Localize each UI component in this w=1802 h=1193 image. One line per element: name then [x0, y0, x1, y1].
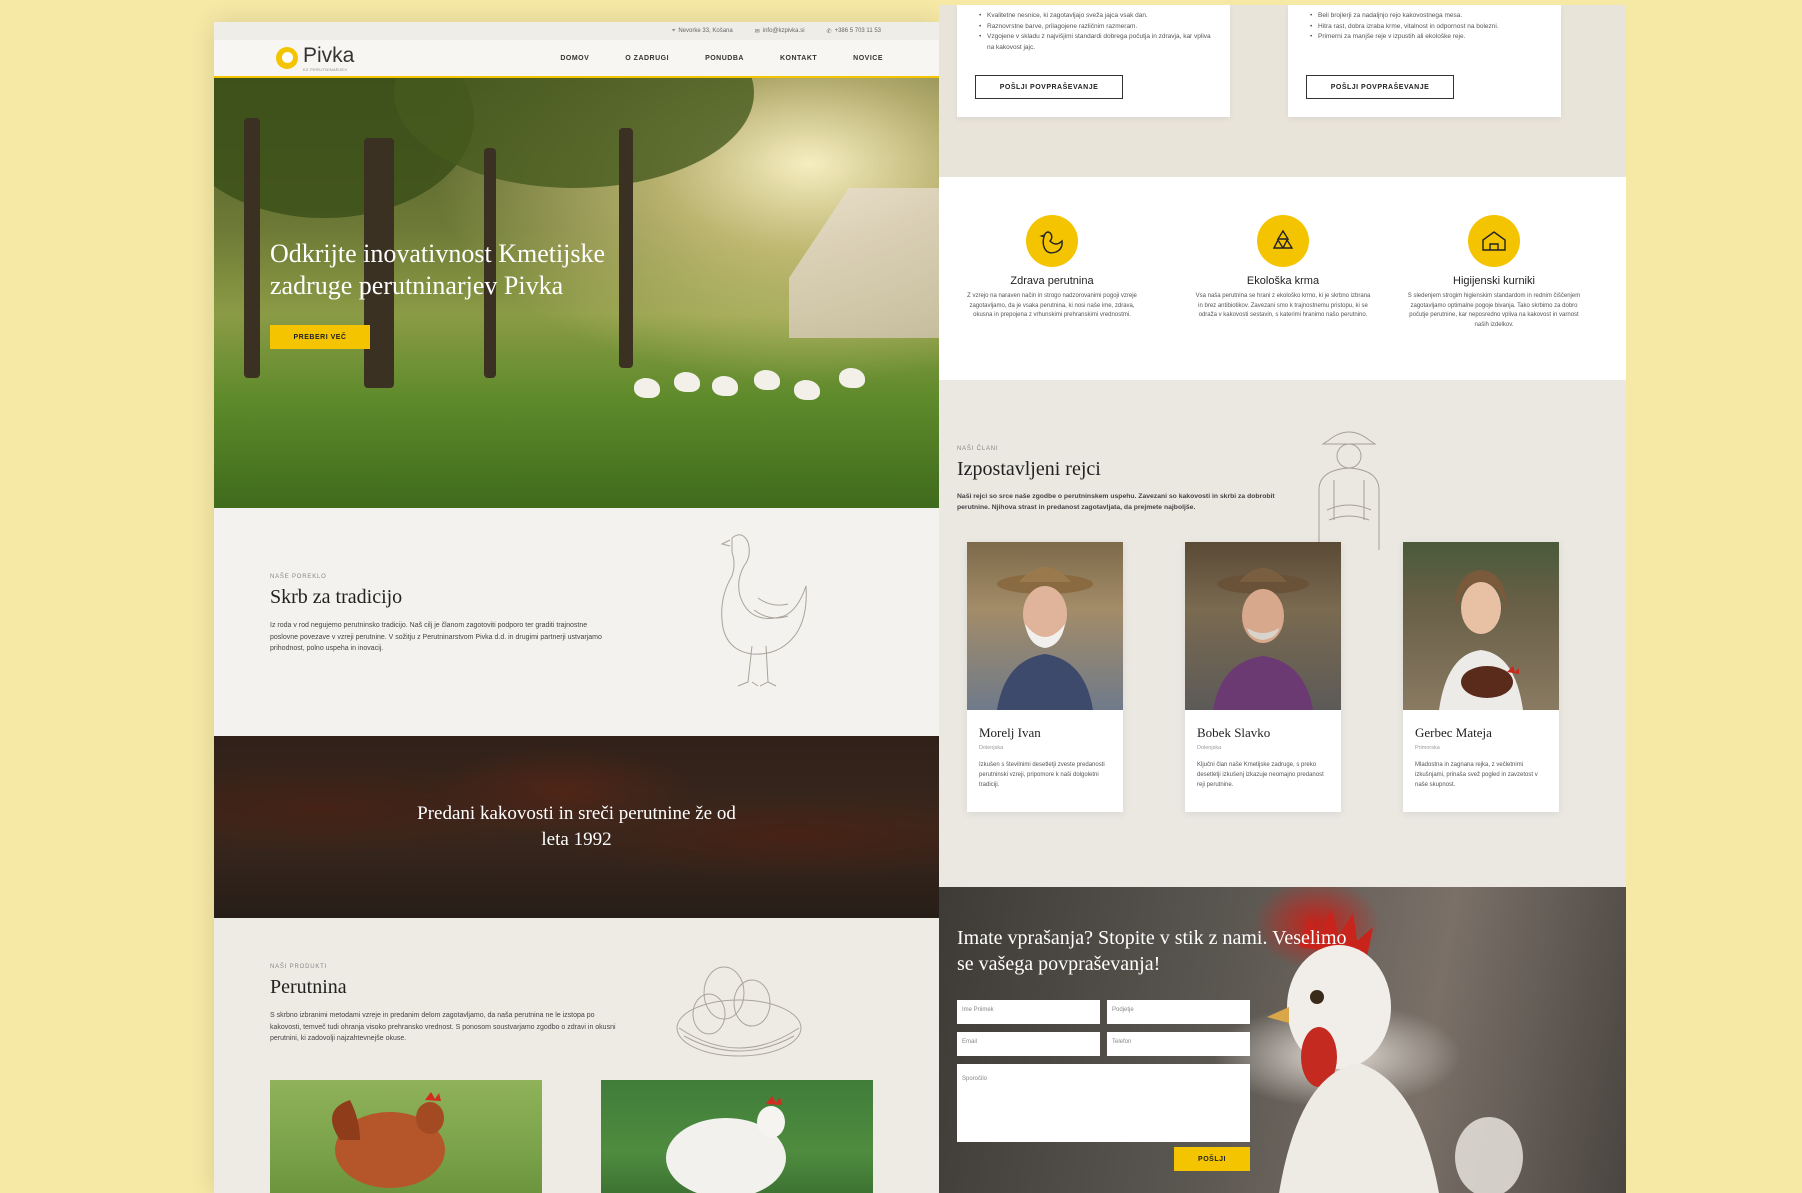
- topbar: ⌖ Nevorke 33, Košana ✉ info@kzpivka.si ✆…: [214, 22, 939, 40]
- feature-hygienic-coops: Higijenski kurniki S sledenjem strogim h…: [1404, 215, 1584, 330]
- brown-hen-photo: [270, 1080, 542, 1193]
- offer-card-layers: Kvalitetne nesnice, ki zagotavljajo svež…: [957, 5, 1230, 117]
- hen-sketch-icon: [720, 534, 807, 687]
- products-section: NAŠI PRODUKTI Perutnina S skrbno izbrani…: [214, 918, 939, 1193]
- chicken-icon: [1026, 215, 1078, 267]
- egg-basket-sketch-icon: [676, 966, 802, 1057]
- offer-card-broilers: Beli brojlerji za nadaljnjo rejo kakovos…: [1288, 5, 1561, 117]
- email-info[interactable]: ✉ info@kzpivka.si: [755, 28, 805, 35]
- origin-eyebrow: NAŠE POREKLO: [270, 574, 327, 580]
- offer-bullet: Beli brojlerji za nadaljnjo rejo kakovos…: [1310, 11, 1543, 22]
- menu-item-domov[interactable]: DOMOV: [560, 55, 589, 62]
- quality-banner: Predani kakovosti in sreči perutnine že …: [214, 736, 939, 918]
- feature-title: Ekološka krma: [1246, 275, 1320, 287]
- breeder-portrait: [967, 542, 1123, 710]
- feature-ecological-feed: Ekološka krma Vsa naša perutnina se hran…: [1193, 215, 1373, 321]
- read-more-button[interactable]: PREBERI VEČ: [270, 325, 370, 349]
- breeder-region: Dolenjska: [1197, 745, 1222, 751]
- products-eyebrow: NAŠI PRODUKTI: [270, 964, 328, 970]
- features-section: Zdrava perutnina Z vzrejo na naraven nač…: [939, 177, 1626, 380]
- menu-item-kontakt[interactable]: KONTAKT: [780, 55, 817, 62]
- phone-icon: ✆: [826, 28, 832, 35]
- email-text[interactable]: info@kzpivka.si: [763, 28, 805, 34]
- breeders-section: NAŠI ČLANI Izpostavljeni rejci Naši rejc…: [939, 380, 1626, 887]
- feature-title: Higijenski kurniki: [1453, 275, 1535, 287]
- breeder-name: Bobek Slavko: [1197, 725, 1271, 740]
- contact-section: Imate vprašanja? Stopite v stik z nami. …: [939, 887, 1626, 1193]
- offer-bullet: Kvalitetne nesnice, ki zagotavljajo svež…: [979, 11, 1212, 22]
- feature-text: Z vzrejo na naraven način in strogo nadz…: [967, 293, 1137, 319]
- homepage-mockup-right: Kvalitetne nesnice, ki zagotavljajo svež…: [939, 5, 1626, 1193]
- feature-text: S sledenjem strogim higienskim standardo…: [1407, 293, 1581, 328]
- send-inquiry-button[interactable]: POŠLJI POVPRAŠEVANJE: [975, 75, 1123, 99]
- origin-text: Iz roda v rod negujemo perutninsko tradi…: [270, 622, 602, 653]
- logo-text: Pivka: [303, 43, 355, 67]
- feature-text: Vsa naša perutnina se hrani z ekološko k…: [1195, 293, 1371, 319]
- address-text: Nevorke 33, Košana: [678, 28, 733, 34]
- tree-trunk: [244, 118, 260, 378]
- address-info: ⌖ Nevorke 33, Košana: [672, 28, 733, 35]
- banner-text: Predani kakovosti in sreči perutnine že …: [417, 803, 736, 850]
- phone-field[interactable]: Telefon: [1107, 1032, 1250, 1056]
- logo-chick-icon: [276, 47, 298, 69]
- logo-subtitle: KZ PERUTNINARJEV: [303, 66, 348, 72]
- breeder-portrait: [1403, 542, 1559, 710]
- white-broiler-photo: [601, 1080, 873, 1193]
- breeder-region: Dolenjska: [979, 745, 1004, 751]
- breeder-name: Morelj Ivan: [979, 725, 1041, 740]
- barn-image: [789, 188, 939, 338]
- farmer-sketch-icon: [1318, 431, 1380, 550]
- feature-title: Zdrava perutnina: [1010, 275, 1094, 287]
- hero-section: Odkrijte inovativnost Kmetijske zadruge …: [214, 78, 939, 508]
- hens-image: [634, 368, 894, 404]
- breeder-card[interactable]: Morelj Ivan Dolenjska Izkušen s številni…: [967, 542, 1123, 812]
- breeders-eyebrow: NAŠI ČLANI: [957, 446, 999, 452]
- products-text: S skrbno izbranimi metodami vzreje in pr…: [270, 1012, 616, 1043]
- recycle-icon: [1257, 215, 1309, 267]
- menu-item-o-zadrugi[interactable]: O ZADRUGI: [625, 55, 669, 62]
- origin-section: NAŠE POREKLO Skrb za tradicijo Iz roda v…: [214, 508, 939, 736]
- products-title: Perutnina: [270, 976, 347, 998]
- phone-info[interactable]: ✆ +386 5 703 11 53: [827, 28, 881, 35]
- offers-section: Kvalitetne nesnice, ki zagotavljajo svež…: [939, 5, 1626, 177]
- breeder-card[interactable]: Bobek Slavko Dolenjska Ključni član naše…: [1185, 542, 1341, 812]
- breeder-text: Izkušen s številnimi desetletji zveste p…: [979, 762, 1105, 788]
- phone-text[interactable]: +386 5 703 11 53: [835, 28, 881, 34]
- menu: DOMOV O ZADRUGI PONUDBA KONTAKT NOVICE: [560, 55, 883, 62]
- email-field[interactable]: Email: [957, 1032, 1100, 1056]
- breeder-text: Ključni član naše Kmetijske zadruge, s p…: [1197, 762, 1324, 788]
- name-field[interactable]: Ime Priimek: [957, 1000, 1100, 1024]
- origin-title: Skrb za tradicijo: [270, 586, 403, 608]
- offer-bullet: Vzgojene v skladu z najvišjimi standardi…: [979, 32, 1212, 53]
- breeder-region: Primorska: [1415, 745, 1440, 751]
- menu-item-ponudba[interactable]: PONUDBA: [705, 55, 744, 62]
- breeders-title: Izpostavljeni rejci: [957, 458, 1101, 480]
- breeders-text: Naši rejci so srce naše zgodbe o perutni…: [957, 493, 1275, 512]
- offer-bullet: Raznovrstne barve, prilagojene različnim…: [979, 22, 1212, 33]
- breeder-card[interactable]: Gerbec Mateja Primorska Mladostna in zag…: [1403, 542, 1559, 812]
- hero-title: Odkrijte inovativnost Kmetijske zadruge …: [270, 239, 606, 300]
- breeder-name: Gerbec Mateja: [1415, 725, 1492, 740]
- main-navigation: Pivka KZ PERUTNINARJEV DOMOV O ZADRUGI P…: [214, 40, 939, 78]
- message-field[interactable]: Sporočilo: [957, 1064, 1250, 1142]
- feature-healthy-poultry: Zdrava perutnina Z vzrejo na naraven nač…: [962, 215, 1142, 321]
- company-field[interactable]: Podjetje: [1107, 1000, 1250, 1024]
- menu-item-novice[interactable]: NOVICE: [853, 55, 883, 62]
- logo[interactable]: Pivka KZ PERUTNINARJEV: [276, 45, 354, 72]
- location-pin-icon: ⌖: [671, 27, 676, 34]
- breeder-text: Mladostna in zagnana rejka, z večletnimi…: [1415, 762, 1538, 788]
- offer-bullet: Hitra rast, dobra izraba krme, vitalnost…: [1310, 22, 1543, 33]
- send-button[interactable]: POŠLJI: [1174, 1147, 1250, 1171]
- mail-icon: ✉: [754, 28, 760, 35]
- coop-icon: [1468, 215, 1520, 267]
- contact-title: Imate vprašanja? Stopite v stik z nami. …: [957, 927, 1347, 975]
- offer-bullet: Primerni za manjše reje v izpustih ali e…: [1310, 32, 1543, 43]
- breeder-portrait: [1185, 542, 1341, 710]
- send-inquiry-button[interactable]: POŠLJI POVPRAŠEVANJE: [1306, 75, 1454, 99]
- homepage-mockup-left: ⌖ Nevorke 33, Košana ✉ info@kzpivka.si ✆…: [214, 22, 939, 1193]
